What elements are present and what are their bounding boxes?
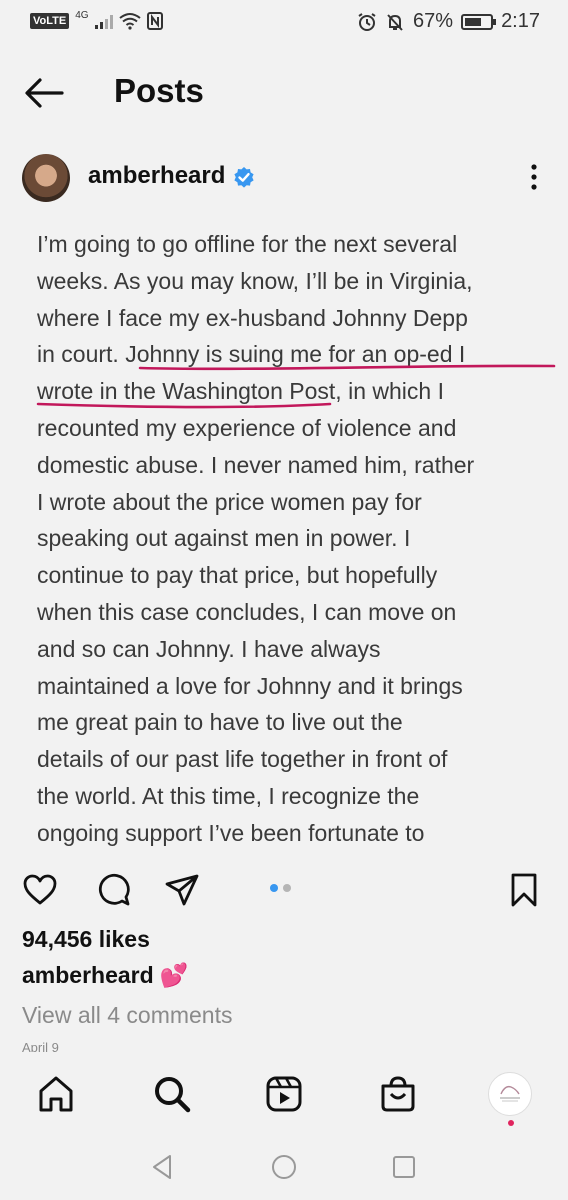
notification-dot: [508, 1120, 514, 1126]
post-actions: [0, 868, 568, 912]
status-left: VoLTE 4G: [30, 9, 163, 30]
caption-emoji: 💕: [159, 962, 189, 988]
volte-badge: VoLTE: [30, 13, 70, 29]
status-right: 67% 2:17: [357, 10, 540, 33]
post-date: April 9: [22, 1040, 59, 1052]
nfc-icon: [146, 12, 163, 30]
carousel-dot: [270, 884, 278, 892]
caption-username[interactable]: amberheard: [22, 962, 154, 989]
wifi-icon: [118, 13, 141, 30]
home-icon[interactable]: [36, 1074, 76, 1114]
battery-icon: [461, 13, 497, 30]
share-icon[interactable]: [164, 872, 200, 908]
back-arrow-icon[interactable]: [24, 76, 64, 110]
search-icon[interactable]: [152, 1074, 192, 1114]
app-bar: Posts: [0, 58, 568, 128]
clock: 2:17: [501, 10, 540, 32]
battery-percent: 67%: [413, 10, 454, 32]
view-comments-link[interactable]: View all 4 comments: [22, 1002, 233, 1029]
caption-author-row: amberheard 💕: [22, 962, 188, 989]
carousel-indicator: [270, 884, 291, 892]
status-bar: VoLTE 4G 67% 2:17: [0, 0, 568, 44]
post-caption: I’m going to go offline for the next sev…: [37, 231, 475, 846]
network-type: 4G: [75, 9, 89, 21]
avatar[interactable]: [22, 154, 70, 202]
carousel-dot: [283, 884, 291, 892]
page-title: Posts: [114, 72, 204, 109]
signal-icon: [94, 13, 113, 29]
comment-icon[interactable]: [96, 872, 132, 908]
home-circle-icon[interactable]: [269, 1152, 299, 1182]
profile-avatar[interactable]: [488, 1072, 532, 1116]
more-options-icon[interactable]: [524, 162, 544, 192]
bottom-nav: [0, 1060, 568, 1138]
post-username[interactable]: amberheard: [88, 162, 225, 190]
post-author-row: amberheard: [0, 150, 568, 210]
likes-count[interactable]: 94,456 likes: [22, 926, 150, 953]
back-triangle-icon[interactable]: [148, 1152, 178, 1182]
shop-icon[interactable]: [378, 1074, 418, 1114]
heart-icon[interactable]: [22, 872, 58, 908]
reels-icon[interactable]: [264, 1074, 304, 1114]
mute-bell-icon: [387, 13, 403, 31]
verified-badge-icon: [234, 167, 254, 188]
recents-square-icon[interactable]: [389, 1152, 419, 1182]
alarm-icon: [358, 12, 376, 31]
bookmark-icon[interactable]: [506, 872, 542, 908]
system-nav: [0, 1140, 568, 1200]
